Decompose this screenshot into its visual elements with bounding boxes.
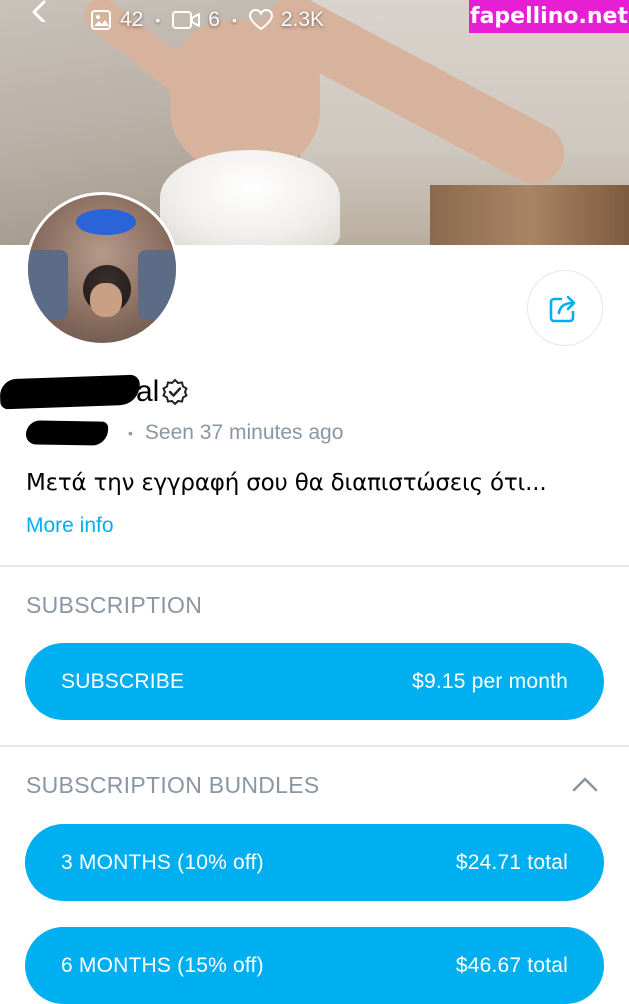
video-icon [172, 11, 201, 29]
banner-background-floor [430, 185, 629, 245]
videos-count: 6 [208, 8, 220, 31]
subscription-title: SUBSCRIPTION [26, 592, 203, 618]
bundles-title: SUBSCRIPTION BUNDLES [26, 772, 320, 798]
bundle-3-months-button[interactable]: 3 MONTHS (10% off) $24.71 total [25, 824, 604, 901]
handle-separator: • [128, 425, 133, 441]
subscribe-price: $9.15 per month [412, 669, 568, 693]
share-button[interactable] [527, 270, 603, 346]
photos-count: 42 [120, 8, 144, 31]
avatar-pillow-left [28, 250, 68, 320]
avatar-bikini [76, 209, 136, 235]
bundle-label: 6 MONTHS (15% off) [61, 953, 264, 977]
profile-name-row: al [0, 372, 189, 412]
bundle-6-months-button[interactable]: 6 MONTHS (15% off) $46.67 total [25, 927, 604, 1004]
avatar-face [90, 283, 122, 317]
bundle-price: $46.67 total [455, 953, 568, 977]
back-arrow-icon[interactable] [26, 0, 60, 22]
subscribe-label: SUBSCRIBE [61, 669, 185, 693]
profile-bio: Μετά την εγγραφή σου θα διαπιστώσεις ότι… [26, 470, 547, 496]
profile-name: al [136, 375, 160, 408]
avatar-pillow-right [138, 250, 176, 320]
profile-handle-row: • Seen 37 minutes ago [25, 418, 344, 448]
stats-separator: • [155, 12, 161, 28]
section-divider [0, 565, 629, 567]
verified-icon [162, 378, 189, 406]
section-divider [0, 745, 629, 747]
name-redaction [0, 374, 141, 410]
subscribe-button[interactable]: SUBSCRIBE $9.15 per month [25, 643, 604, 720]
site-watermark: fapellino.net [469, 0, 629, 33]
banner-stats: 42 • 6 • 2.3K [90, 8, 324, 32]
likes-count: 2.3K [280, 8, 325, 31]
image-icon [91, 10, 111, 30]
bundle-price: $24.71 total [455, 850, 568, 874]
heart-icon [248, 9, 273, 31]
stats-separator: • [231, 12, 237, 28]
chevron-up-icon[interactable] [572, 776, 598, 792]
more-info-link[interactable]: More info [26, 514, 114, 538]
share-icon [549, 295, 576, 323]
handle-redaction [25, 420, 109, 446]
bundle-label: 3 MONTHS (10% off) [61, 850, 264, 874]
avatar[interactable] [25, 192, 179, 346]
last-seen-status: Seen 37 minutes ago [144, 421, 344, 444]
banner-fur-stool [160, 150, 340, 245]
